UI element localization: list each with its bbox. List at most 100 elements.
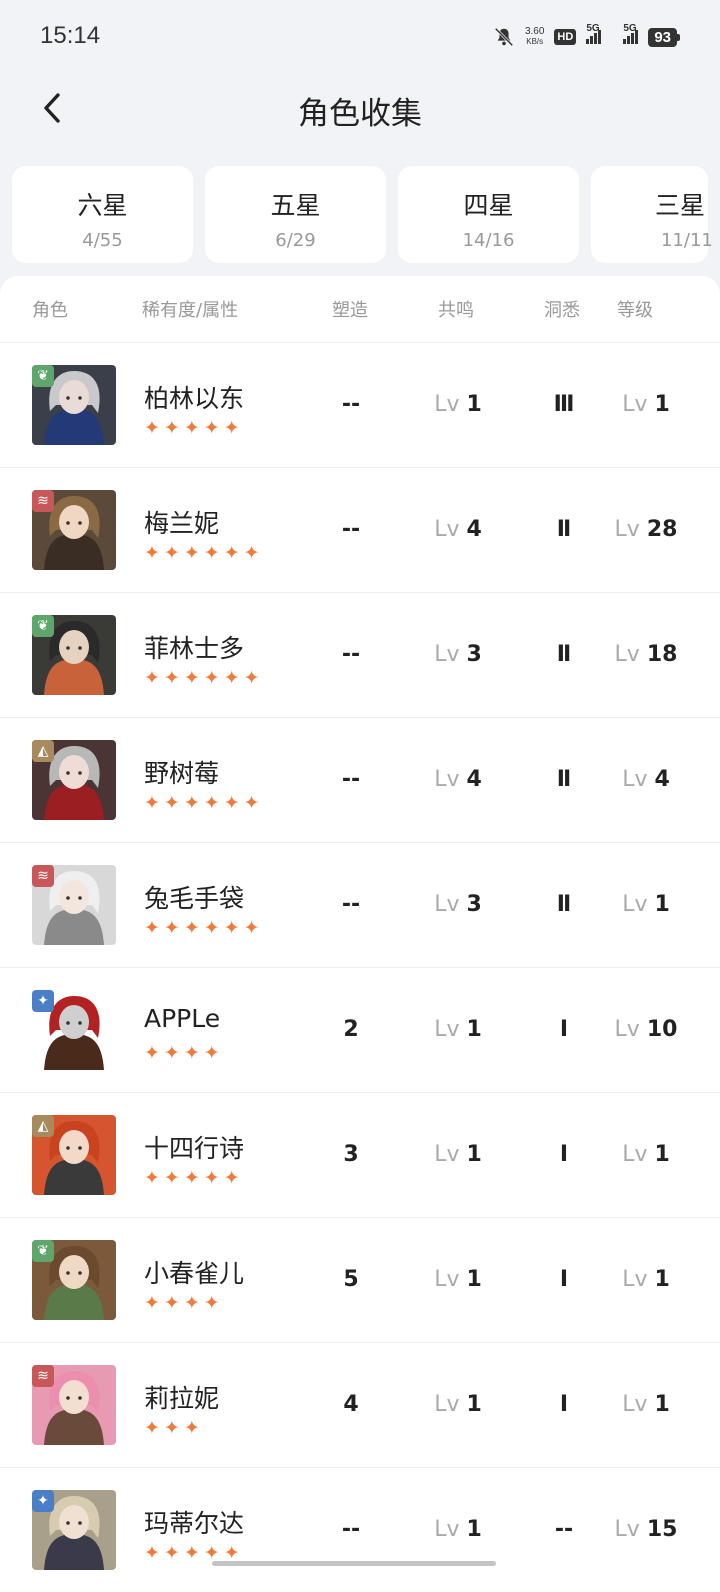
tab-count: 4/55 [82,230,123,251]
resonance-value: Lv 4 [434,767,482,792]
home-indicator[interactable] [212,1561,496,1566]
resonance-value: Lv 4 [434,517,482,542]
shape-value: -- [341,1517,361,1542]
star-icon: ✦ [183,792,200,814]
character-row[interactable]: ≋ 兔毛手袋 ✦ ✦ ✦ ✦ ✦ ✦ -- Lv 3 Ⅱ Lv 1 [0,843,720,968]
col-level: 等级 [617,300,653,321]
tab-six-star[interactable]: 六星 4/55 [12,166,193,263]
star-icon: ✦ [144,417,160,439]
rarity-stars: ✦ ✦ ✦ ✦ ✦ ✦ [144,919,260,938]
tab-five-star[interactable]: 五星 6/29 [205,166,386,263]
star-icon: ✦ [183,542,200,564]
star-icon: ✦ [203,417,220,439]
rarity-stars: ✦ ✦ ✦ ✦ [144,1044,220,1063]
character-row[interactable]: ✦ 玛蒂尔达 ✦ ✦ ✦ ✦ ✦ -- Lv 1 -- Lv 15 [0,1468,720,1592]
star-icon: ✦ [163,1167,180,1189]
star-icon: ✦ [144,1542,160,1564]
star-icon: ✦ [183,667,200,689]
character-name: 莉拉妮 [144,1384,220,1413]
character-name: APPLe [144,1004,221,1033]
tab-count: 11/11 [661,230,713,251]
character-list-panel: 角色 稀有度/属性 塑造 共鸣 洞悉 等级 ❦ 柏林以东 ✦ ✦ ✦ ✦ ✦ -- Lv… [0,276,720,1592]
character-row[interactable]: ◭ 十四行诗 ✦ ✦ ✦ ✦ ✦ 3 Lv 1 Ⅰ Lv 1 [0,1093,720,1218]
level-value: Lv 28 [614,517,678,542]
star-icon: ✦ [203,542,220,564]
star-icon: ✦ [203,1167,220,1189]
beast-icon: ≋ [32,1365,54,1387]
shape-value: -- [341,517,361,542]
mineral-icon: ◭ [32,1115,54,1137]
rarity-stars: ✦ ✦ ✦ [144,1419,200,1438]
character-row[interactable]: ❦ 柏林以东 ✦ ✦ ✦ ✦ ✦ -- Lv 1 Ⅲ Lv 1 [0,343,720,468]
star-icon: ✦ [163,1542,180,1564]
status-bar: 15:14 3.60 KB/s HD 5G 5G 93 [0,0,720,76]
star-icon: ✦ [203,1042,220,1064]
tab-three-star[interactable]: 三星 11/11 [591,166,713,263]
hd-icon: HD [554,29,577,45]
signal-icon: 5G [623,23,639,44]
resonance-value: Lv 1 [434,1267,482,1292]
rarity-tabs: 六星 4/55 五星 6/29 四星 14/16 三星 11/11 [12,166,713,263]
star-icon: ✦ [223,917,240,939]
level-value: Lv 15 [614,1517,678,1542]
level-value: Lv 1 [622,892,670,917]
character-name: 兔毛手袋 [144,884,245,913]
tab-label: 五星 [270,191,321,220]
star-icon: ✦ [243,792,260,814]
shape-value: 2 [343,1017,359,1042]
signal-icon: 5G [586,23,602,44]
star-icon: ✦ [144,667,160,689]
star-icon: ✦ [203,1292,220,1314]
resonance-value: Lv 1 [434,392,482,417]
shape-value: -- [341,767,361,792]
star-icon: ✦ [144,1292,160,1314]
bell-off-icon [494,27,514,47]
tab-label: 六星 [77,191,128,220]
col-resonance: 共鸣 [438,300,474,321]
status-time: 15:14 [40,22,101,49]
character-row[interactable]: ❦ 菲林士多 ✦ ✦ ✦ ✦ ✦ ✦ -- Lv 3 Ⅱ Lv 18 [0,593,720,718]
insight-value: -- [554,1517,574,1542]
insight-value: Ⅰ [559,1267,569,1292]
star-icon: ✦ [223,1167,240,1189]
character-name: 菲林士多 [144,634,245,663]
character-name: 柏林以东 [144,384,245,413]
tab-count: 6/29 [275,230,316,251]
character-row[interactable]: ✦ APPLe ✦ ✦ ✦ ✦ 2 Lv 1 Ⅰ Lv 10 [0,968,720,1093]
level-value: Lv 4 [622,767,670,792]
resonance-value: Lv 1 [434,1017,482,1042]
insight-value: Ⅱ [556,517,572,542]
star-icon: ✦ [223,542,240,564]
tab-four-star[interactable]: 四星 14/16 [398,166,579,263]
net-speed: 3.60 KB/s [524,26,545,47]
shape-value: 5 [343,1267,359,1292]
shape-value: 3 [343,1142,359,1167]
character-row[interactable]: ◭ 野树莓 ✦ ✦ ✦ ✦ ✦ ✦ -- Lv 4 Ⅱ Lv 4 [0,718,720,843]
column-header: 角色 稀有度/属性 塑造 共鸣 洞悉 等级 [0,276,720,343]
star-icon: ✦ [163,542,180,564]
resonance-value: Lv 3 [434,892,482,917]
star-icon: ✦ [223,417,240,439]
rarity-stars: ✦ ✦ ✦ ✦ ✦ ✦ [144,794,260,813]
shape-value: 4 [343,1392,359,1417]
star-icon: ✦ [203,792,220,814]
insight-value: Ⅱ [556,767,572,792]
insight-value: Ⅰ [559,1392,569,1417]
level-value: Lv 1 [622,1142,670,1167]
star-icon: ✦ [163,417,180,439]
star-icon: ✦ [144,792,160,814]
star-icon: ✦ [243,542,260,564]
status-icons: 3.60 KB/s HD 5G 5G 93 [493,23,680,48]
character-name: 小春雀儿 [144,1259,245,1288]
beast-icon: ≋ [32,490,54,512]
character-row[interactable]: ≋ 梅兰妮 ✦ ✦ ✦ ✦ ✦ ✦ -- Lv 4 Ⅱ Lv 28 [0,468,720,593]
col-role: 角色 [32,300,68,321]
col-insight: 洞悉 [544,300,580,321]
plant-icon: ❦ [32,365,54,387]
character-row[interactable]: ≋ 莉拉妮 ✦ ✦ ✦ 4 Lv 1 Ⅰ Lv 1 [0,1343,720,1468]
character-name: 梅兰妮 [144,509,220,538]
character-row[interactable]: ❦ 小春雀儿 ✦ ✦ ✦ ✦ 5 Lv 1 Ⅰ Lv 1 [0,1218,720,1343]
level-value: Lv 18 [614,642,678,667]
star-icon: ✦ [163,1417,180,1439]
star-icon: ✦ [243,667,260,689]
